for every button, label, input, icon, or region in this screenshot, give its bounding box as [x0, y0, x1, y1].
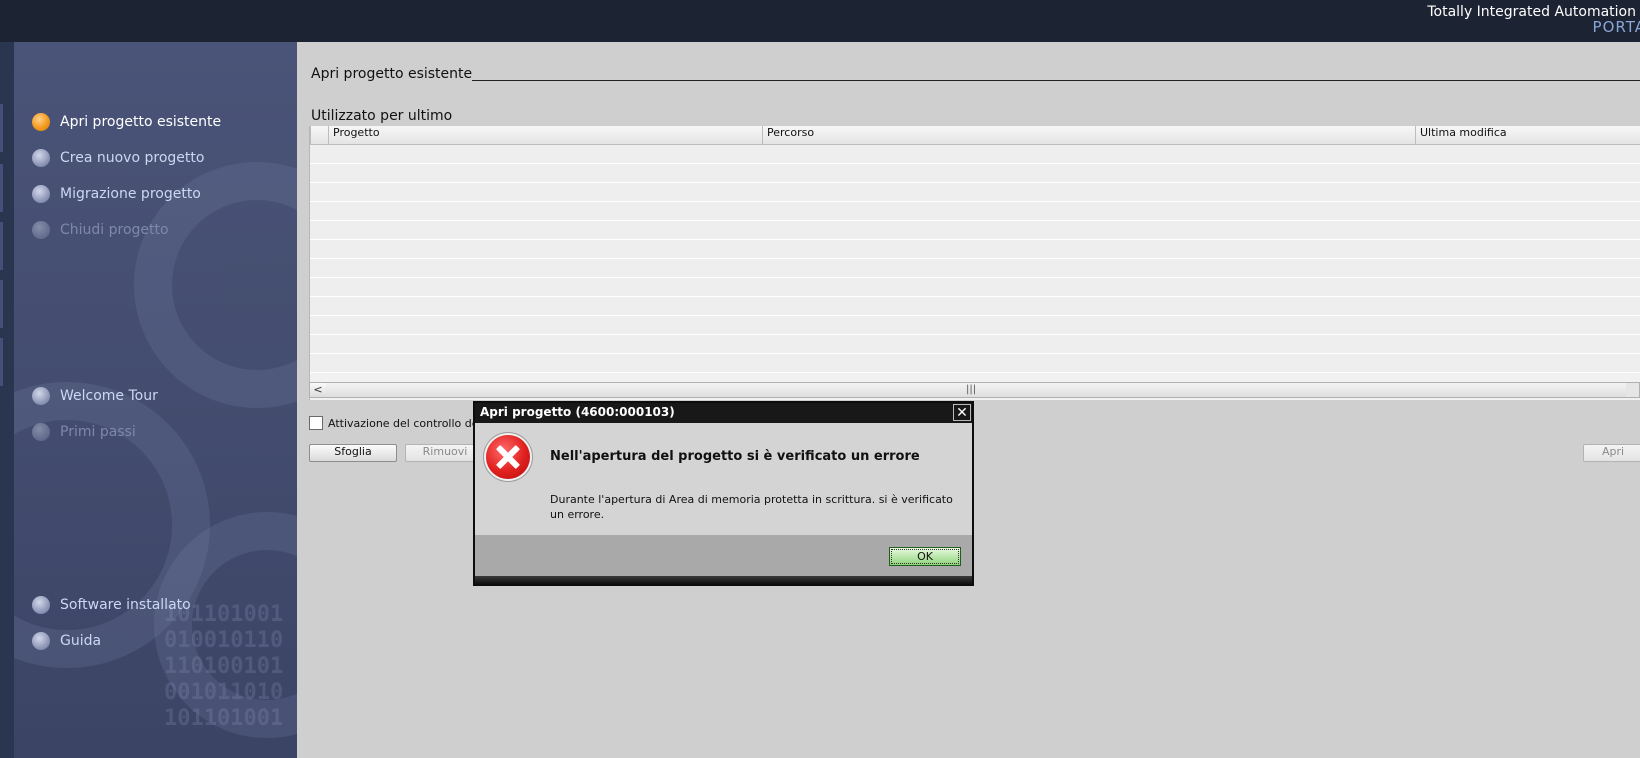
table-row[interactable]: [310, 145, 1640, 164]
radio-bullet-icon: [32, 149, 50, 167]
version-control-checkbox-label: Attivazione del controllo de: [328, 416, 479, 430]
version-control-option[interactable]: Attivazione del controllo de: [309, 414, 479, 432]
table-row[interactable]: [310, 183, 1640, 202]
sidebar-item-first-steps: Primi passi: [32, 420, 136, 444]
row-selector-header: [310, 126, 325, 144]
main-panel: Apri progetto esistente Utilizzato per u…: [297, 42, 1640, 758]
version-control-checkbox[interactable]: [309, 416, 323, 430]
table-row[interactable]: [310, 202, 1640, 221]
dialog-title: Apri progetto (4600:000103): [480, 405, 675, 419]
sidebar-item-help[interactable]: Guida: [32, 629, 101, 653]
scroll-grip-icon: |||: [966, 384, 977, 395]
strip-tab[interactable]: [0, 338, 3, 386]
dialog-message: Durante l'apertura di Area di memoria pr…: [550, 493, 953, 521]
sidebar-item-label: Software installato: [60, 597, 191, 613]
close-icon[interactable]: ✕: [953, 404, 971, 421]
error-icon: [486, 435, 530, 479]
recent-projects-title: Utilizzato per ultimo: [311, 108, 453, 124]
table-row[interactable]: [310, 164, 1640, 183]
sidebar-item-label: Apri progetto esistente: [60, 114, 222, 130]
sidebar: 101101001 010010110 110100101 001011010 1011…: [14, 42, 297, 758]
sidebar-item-close-project: Chiudi progetto: [32, 218, 169, 242]
table-row[interactable]: [310, 335, 1640, 354]
strip-tab[interactable]: [0, 164, 3, 212]
brand-subtitle: PORTA: [1592, 18, 1640, 36]
sidebar-item-label: Chiudi progetto: [60, 222, 169, 238]
title-divider: [472, 80, 1640, 81]
scrollbar-thumb[interactable]: |||: [326, 383, 1626, 397]
table-row[interactable]: [310, 297, 1640, 316]
dialog-heading: Nell'apertura del progetto si è verifica…: [550, 449, 920, 464]
table-row[interactable]: [310, 240, 1640, 259]
page-title: Apri progetto esistente: [311, 66, 473, 82]
sidebar-item-label: Welcome Tour: [60, 388, 158, 404]
table-row[interactable]: [310, 221, 1640, 240]
table-row[interactable]: [310, 354, 1640, 373]
sidebar-item-new-project[interactable]: Crea nuovo progetto: [32, 146, 204, 170]
portal-view-strip: [0, 42, 14, 758]
column-header-last-modified[interactable]: Ultima modifica: [1415, 126, 1640, 144]
radio-bullet-icon: [32, 387, 50, 405]
radio-bullet-icon: [32, 221, 50, 239]
strip-tab[interactable]: [0, 280, 3, 328]
open-button[interactable]: Apri: [1583, 444, 1640, 462]
scroll-left-arrow-icon[interactable]: <: [310, 383, 327, 397]
sidebar-item-label: Guida: [60, 633, 102, 649]
sidebar-item-open-project[interactable]: Apri progetto esistente: [32, 110, 221, 134]
sidebar-item-migrate-project[interactable]: Migrazione progetto: [32, 182, 201, 206]
strip-tab[interactable]: [0, 104, 3, 152]
ok-button[interactable]: OK: [889, 547, 961, 566]
table-row[interactable]: [310, 316, 1640, 335]
dialog-bottom-edge: [475, 576, 972, 584]
gear-hub-decoration: [219, 247, 297, 325]
recent-projects-table[interactable]: Progetto Percorso Ultima modifica: [309, 126, 1640, 400]
table-row[interactable]: [310, 259, 1640, 278]
sidebar-item-label: Primi passi: [60, 424, 136, 440]
sidebar-item-label: Crea nuovo progetto: [60, 150, 205, 166]
error-dialog: Apri progetto (4600:000103) ✕ Nell'apert…: [473, 401, 974, 586]
radio-bullet-icon: [32, 423, 50, 441]
horizontal-scrollbar[interactable]: < |||: [309, 382, 1640, 398]
sidebar-item-welcome-tour[interactable]: Welcome Tour: [32, 384, 158, 408]
dialog-title-bar[interactable]: Apri progetto (4600:000103) ✕: [475, 403, 972, 423]
radio-bullet-icon: [32, 632, 50, 650]
browse-button[interactable]: Sfoglia: [309, 444, 397, 462]
table-row[interactable]: [310, 278, 1640, 297]
dialog-body: Nell'apertura del progetto si è verifica…: [475, 423, 972, 535]
binary-watermark: 101101001 010010110 110100101 001011010 1011…: [164, 602, 284, 731]
radio-bullet-icon: [32, 113, 50, 131]
table-header: Progetto Percorso Ultima modifica: [310, 126, 1640, 145]
radio-bullet-icon: [32, 185, 50, 203]
sidebar-item-installed-software[interactable]: Software installato: [32, 593, 191, 617]
sidebar-item-label: Migrazione progetto: [60, 186, 201, 202]
column-header-project[interactable]: Progetto: [328, 126, 761, 144]
column-header-path[interactable]: Percorso: [762, 126, 1415, 144]
title-bar: Totally Integrated Automation PORTA: [0, 0, 1640, 42]
radio-bullet-icon: [32, 596, 50, 614]
dialog-footer: OK: [475, 535, 972, 576]
strip-tab[interactable]: [0, 222, 3, 270]
